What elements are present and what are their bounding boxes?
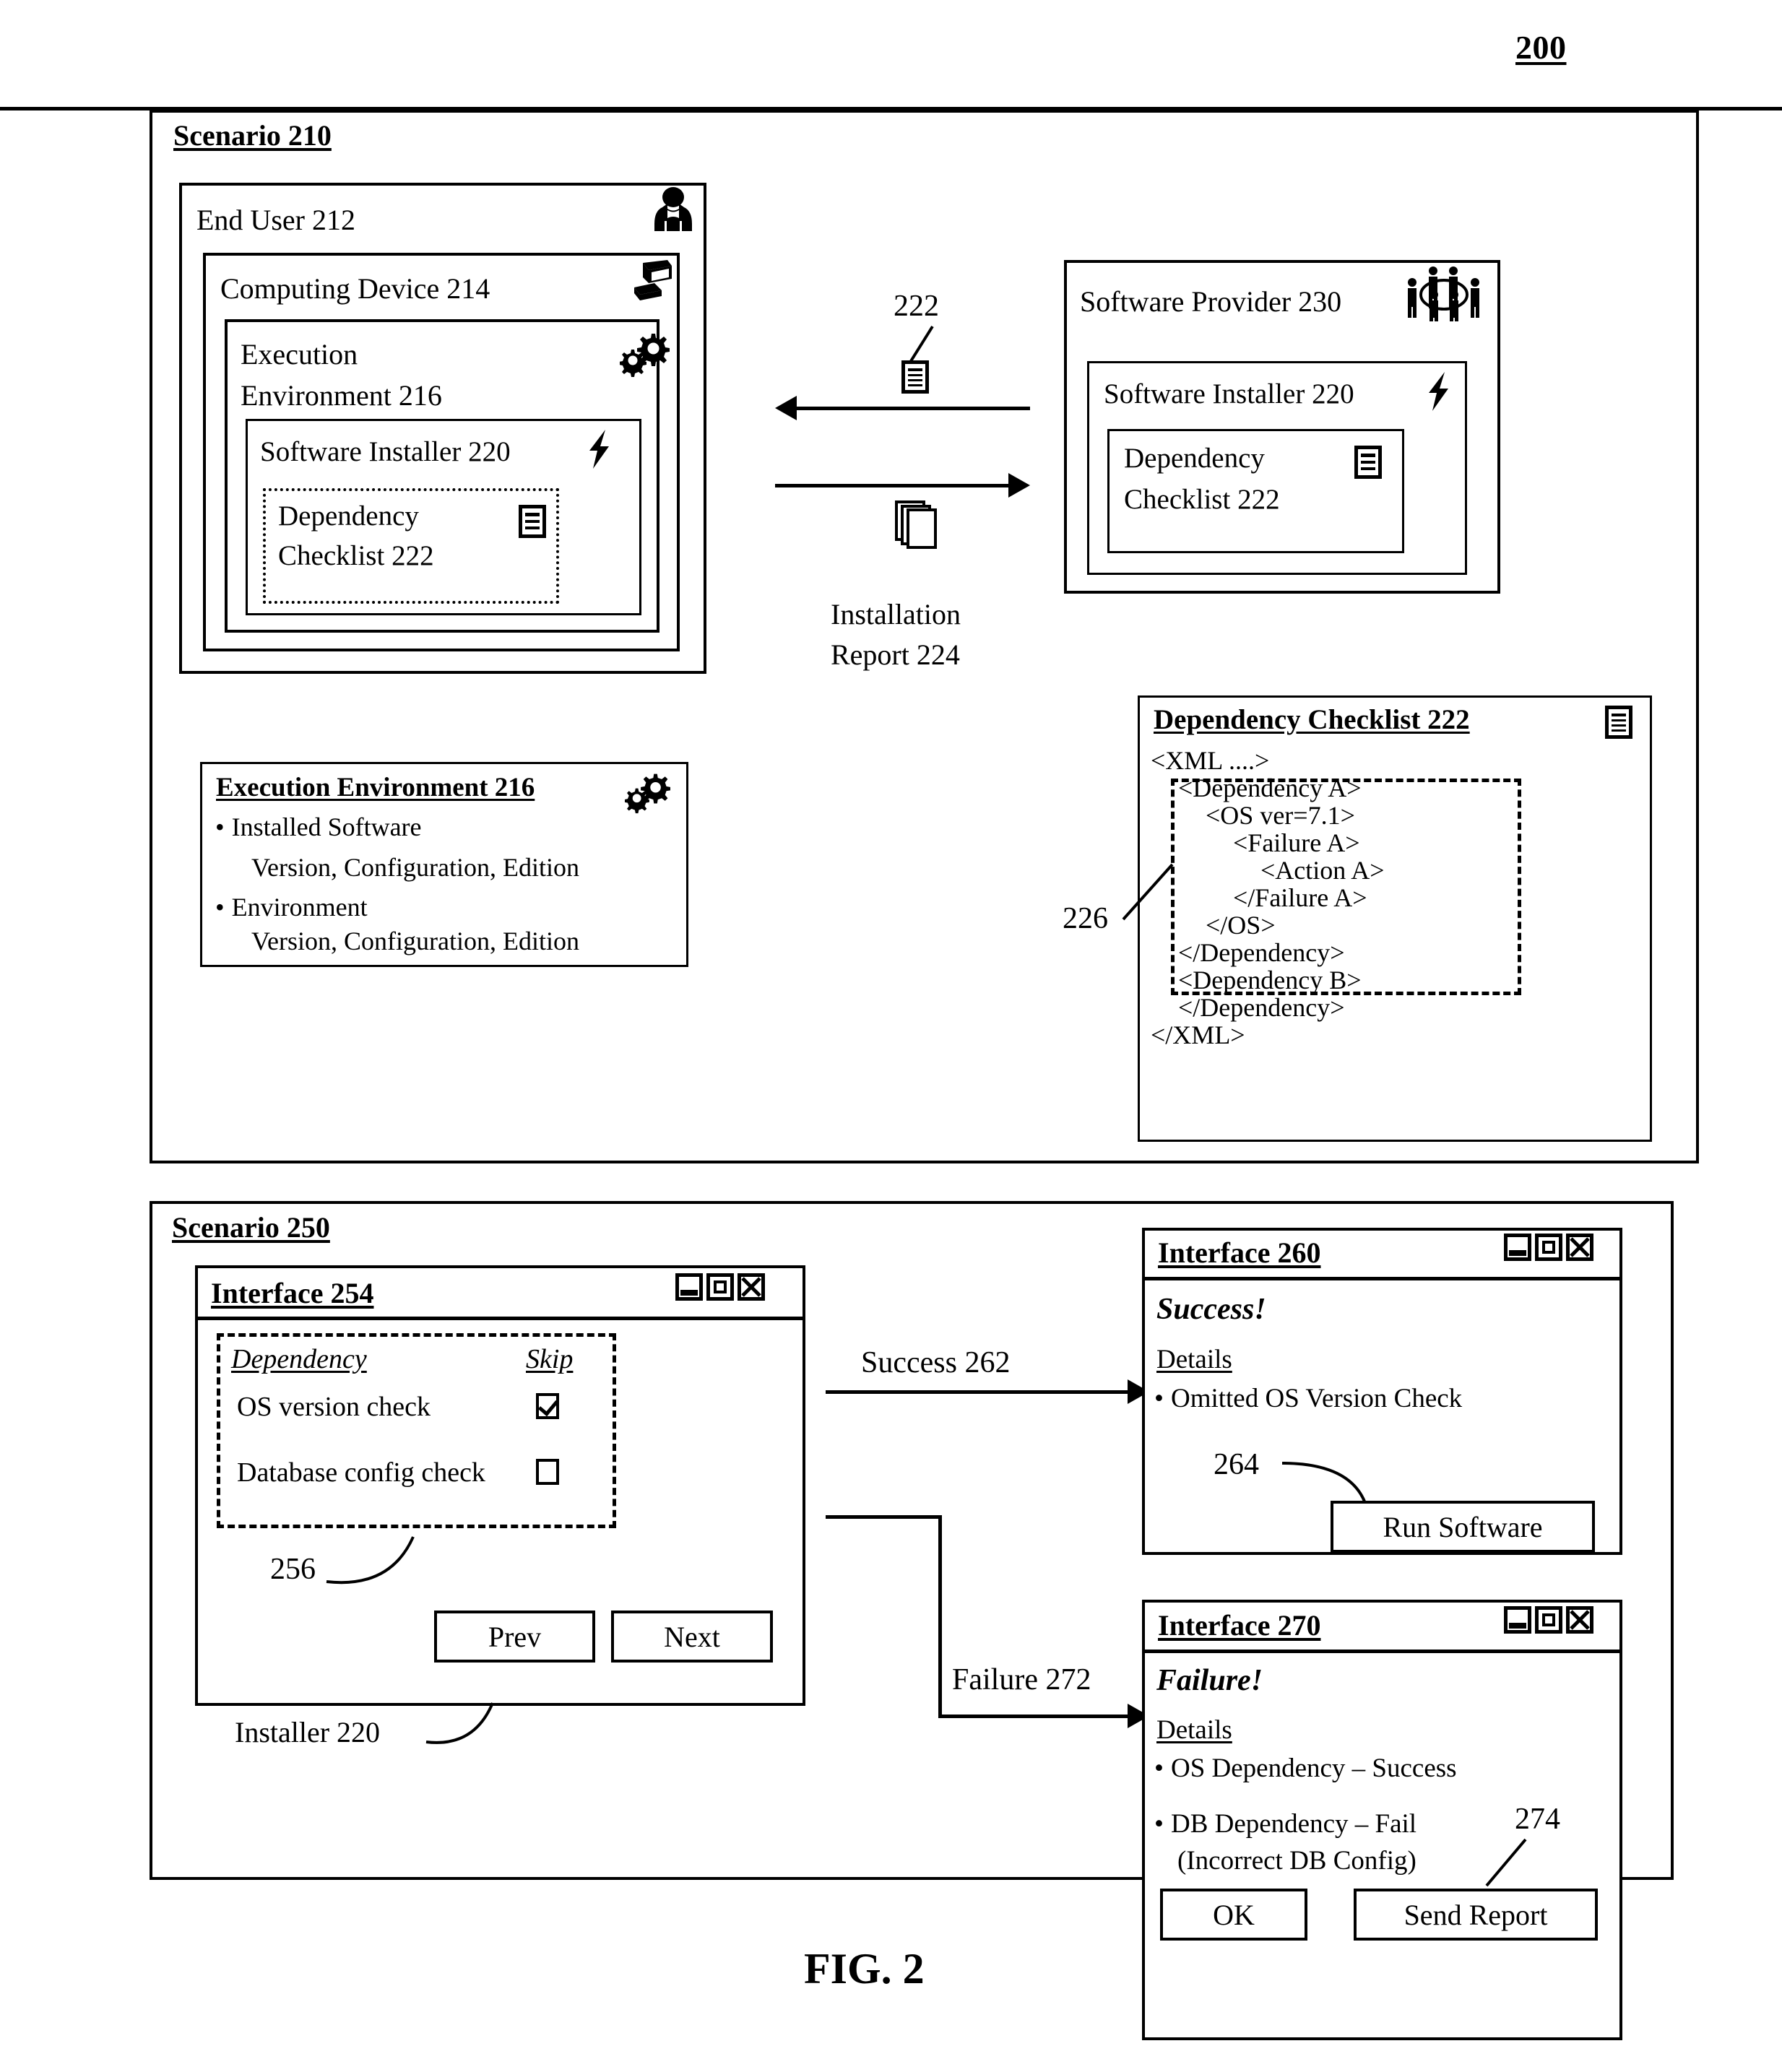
interface-254-col-skip: Skip [526,1344,574,1374]
figure-number-200: 200 [1515,29,1567,66]
next-button[interactable]: Next [611,1611,773,1663]
edge-failure-272-label: Failure 272 [952,1663,1091,1696]
interface-270-window-controls[interactable] [1504,1606,1593,1634]
maximize-icon-270[interactable] [1535,1606,1562,1634]
figure-caption: FIG. 2 [804,1945,925,1993]
callout-ref-226: 226 [1063,902,1108,935]
interface-254-col-dependency: Dependency [231,1344,367,1374]
stacked-pages-icon [895,500,937,549]
arrow-report-to-provider-head [1008,473,1030,498]
people-group-icon [1408,266,1479,321]
callout-256-leader [326,1536,415,1585]
interface-254-row-1-skip-checkbox[interactable] [536,1459,559,1485]
callout-ref-256: 256 [270,1553,316,1586]
checklist-document-icon-provider [1354,446,1382,479]
arrow-checklist-to-user-head [775,396,797,420]
xml-line-0: <XML ....> [1151,746,1270,775]
checklist-document-icon-transfer [901,360,929,394]
scenario-250-title: Scenario 250 [172,1211,330,1244]
arrow-checklist-to-user-line [797,407,1030,410]
interface-260-titlebar-rule [1145,1277,1619,1280]
computer-icon [634,260,672,300]
xml-line-10: </XML> [1151,1020,1245,1049]
interface-260-status: Success! [1156,1293,1266,1326]
interface-254-row-1-name: Database config check [237,1457,485,1488]
gears-icon-detail [625,773,670,814]
maximize-icon[interactable] [706,1273,734,1301]
interface-254-titlebar-rule [198,1317,803,1320]
callout-ref-274: 274 [1515,1803,1560,1836]
send-report-button[interactable]: Send Report [1354,1889,1598,1941]
edge-failure-272-seg-horizontal-top [826,1515,941,1519]
person-icon [654,187,692,231]
installer-220-leader [425,1702,494,1744]
computing-device-214-title: Computing Device 214 [220,272,490,305]
installation-report-label-line1: Installation [831,598,961,630]
lightning-bolt-icon-provider [1429,372,1448,411]
dependency-checklist-222-provider-line1: Dependency [1124,443,1265,474]
interface-270-details-heading: Details [1156,1715,1232,1745]
execution-environment-216-detail-title: Execution Environment 216 [216,773,535,802]
edge-success-262-label: Success 262 [861,1346,1011,1379]
lightning-bolt-icon [589,430,609,469]
ok-button[interactable]: OK [1160,1889,1307,1941]
arrow-report-to-provider-line [775,484,1008,487]
close-icon[interactable] [738,1273,765,1301]
software-installer-220-title: Software Installer 220 [260,436,511,467]
interface-254-row-0-skip-checkbox[interactable] [536,1393,559,1419]
ee-detail-bullet-1-sub: Version, Configuration, Edition [251,927,579,955]
ee-detail-bullet-0: Installed Software [215,812,422,842]
dependency-checklist-222-provider-line2: Checklist 222 [1124,484,1280,515]
minimize-icon[interactable] [675,1273,703,1301]
installation-report-label-line2: Report 224 [831,638,960,671]
callout-ref-264: 264 [1214,1448,1259,1481]
edge-success-262-line [826,1390,1128,1394]
xml-dependency-a-highlight [1171,779,1521,995]
dependency-checklist-222-inner-line1: Dependency [278,500,419,532]
interface-270-titlebar-rule [1145,1650,1619,1653]
execution-environment-216-title-line1: Execution [241,338,358,370]
interface-254-window-controls[interactable] [675,1273,765,1301]
close-icon-270[interactable] [1566,1606,1593,1634]
interface-270-detail-1-sub: (Incorrect DB Config) [1177,1846,1416,1876]
interface-270-detail-0: OS Dependency – Success [1154,1754,1457,1785]
gears-icon [620,334,670,377]
scenario-210-title: Scenario 210 [173,119,332,152]
software-provider-230-title: Software Provider 230 [1080,285,1342,318]
run-software-button[interactable]: Run Software [1331,1501,1595,1553]
dependency-checklist-222-detail-title: Dependency Checklist 222 [1154,704,1470,735]
prev-button[interactable]: Prev [434,1611,595,1663]
checklist-document-icon-detail [1605,706,1632,739]
ee-detail-bullet-1: Environment [215,893,368,922]
close-icon-260[interactable] [1566,1234,1593,1261]
checklist-document-icon [519,505,546,538]
end-user-212-title: End User 212 [196,204,355,236]
interface-254-row-0-name: OS version check [237,1392,431,1422]
dependency-checklist-222-inner-line2: Checklist 222 [278,540,434,571]
ee-detail-bullet-0-sub: Version, Configuration, Edition [251,853,579,882]
maximize-icon-260[interactable] [1535,1234,1562,1261]
interface-270-title: Interface 270 [1158,1609,1321,1642]
interface-260-window-controls[interactable] [1504,1234,1593,1261]
edge-failure-272-seg-horizontal-bottom [938,1715,1128,1718]
interface-260-title: Interface 260 [1158,1236,1321,1269]
minimize-icon-270[interactable] [1504,1606,1531,1634]
minimize-icon-260[interactable] [1504,1234,1531,1261]
installer-220-caption: Installer 220 [235,1716,381,1748]
callout-226-leader [1122,863,1174,921]
edge-failure-272-seg-vertical [938,1515,942,1717]
interface-260-details-heading: Details [1156,1345,1232,1374]
interface-260-detail-0: Omitted OS Version Check [1154,1384,1462,1415]
interface-254-title: Interface 254 [211,1277,374,1309]
software-installer-220-provider-title: Software Installer 220 [1104,378,1354,409]
patent-figure-page: 200 Scenario 210 End User 212 Computing … [0,0,1782,2072]
interface-270-detail-1: DB Dependency – Fail [1154,1809,1416,1840]
interface-270-status: Failure! [1156,1664,1263,1697]
xml-line-9: </Dependency> [1178,993,1345,1022]
execution-environment-216-title-line2: Environment 216 [241,379,442,412]
checklist-transfer-ref-222: 222 [894,290,939,323]
